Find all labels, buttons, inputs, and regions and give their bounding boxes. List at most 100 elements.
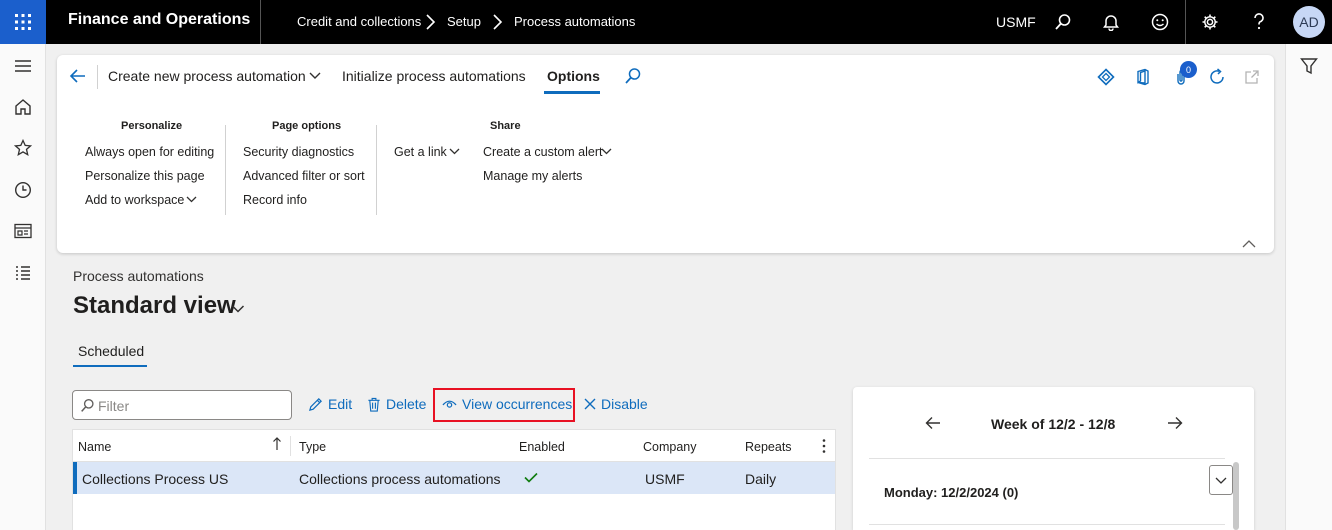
tab-scheduled[interactable]: Scheduled — [78, 343, 144, 359]
column-options-button[interactable] — [821, 438, 827, 459]
column-header-name[interactable]: Name — [78, 440, 111, 454]
divider — [376, 125, 377, 215]
expand-day-button[interactable] — [1209, 465, 1233, 495]
nav-recent[interactable] — [12, 179, 34, 201]
list-icon — [16, 266, 30, 280]
app-launcher-button[interactable] — [0, 0, 46, 44]
help-button[interactable] — [1249, 12, 1269, 32]
disable-button[interactable]: Disable — [584, 396, 648, 412]
breadcrumb-setup[interactable]: Setup — [447, 14, 481, 29]
workspace-icon — [14, 223, 32, 239]
nav-home[interactable] — [12, 96, 34, 118]
arrow-left-icon — [69, 69, 85, 83]
table-row[interactable]: Collections Process US Collections proce… — [73, 462, 835, 494]
advanced-filter-or-sort-button[interactable]: Advanced filter or sort — [243, 169, 365, 183]
initialize-process-automations-button[interactable]: Initialize process automations — [342, 68, 526, 84]
filter-input[interactable] — [98, 396, 283, 416]
action-search-button[interactable] — [624, 67, 642, 90]
calendar-scrollbar[interactable] — [1233, 462, 1239, 530]
expand-nav-button[interactable] — [12, 55, 34, 77]
hamburger-icon — [15, 60, 31, 72]
settings-button[interactable] — [1200, 12, 1220, 32]
search-icon — [81, 399, 94, 412]
column-divider — [290, 436, 291, 456]
occurrences-calendar: Week of 12/2 - 12/8 Monday: 12/2/2024 (0… — [853, 387, 1254, 530]
chevron-up-icon — [1242, 240, 1256, 248]
feedback-button[interactable] — [1150, 12, 1170, 32]
smiley-icon — [1151, 13, 1169, 31]
tab-options[interactable]: Options — [547, 68, 600, 84]
cell-company[interactable]: USMF — [645, 471, 685, 487]
security-diagnostics-button[interactable]: Security diagnostics — [243, 145, 354, 159]
office-icon — [1137, 68, 1149, 86]
home-icon — [15, 99, 31, 115]
chevron-down-icon[interactable] — [231, 304, 245, 314]
column-header-repeats[interactable]: Repeats — [745, 440, 792, 454]
office-button[interactable] — [1133, 67, 1153, 87]
previous-week-button[interactable] — [923, 413, 943, 433]
chevron-down-icon — [601, 148, 612, 155]
always-open-for-editing-button[interactable]: Always open for editing — [85, 145, 214, 159]
view-selector[interactable]: Standard view — [73, 292, 236, 320]
sort-ascending-icon[interactable] — [272, 437, 282, 451]
clock-icon — [14, 181, 32, 199]
avatar[interactable]: AD — [1293, 6, 1325, 38]
column-header-company[interactable]: Company — [643, 440, 697, 454]
pencil-icon — [308, 397, 322, 411]
app-title[interactable]: Finance and Operations — [68, 11, 250, 29]
arrow-left-icon — [925, 417, 940, 429]
manage-my-alerts-button[interactable]: Manage my alerts — [483, 169, 582, 183]
cell-type[interactable]: Collections process automations — [299, 471, 501, 487]
search-button[interactable] — [1053, 12, 1073, 32]
filter-pane-button[interactable] — [1300, 57, 1318, 80]
column-header-enabled[interactable]: Enabled — [519, 440, 565, 454]
get-a-link-button[interactable]: Get a link — [394, 145, 447, 159]
row-selected-indicator — [73, 462, 77, 494]
gear-icon — [1202, 14, 1218, 30]
group-title-personalize: Personalize — [121, 120, 183, 132]
next-week-button[interactable] — [1165, 413, 1185, 433]
back-button[interactable] — [69, 68, 87, 89]
nav-workspaces[interactable] — [12, 220, 34, 242]
left-nav — [0, 44, 46, 530]
active-tab-indicator — [544, 91, 600, 94]
edit-button[interactable]: Edit — [308, 396, 352, 412]
breadcrumb-credit-and-collections[interactable]: Credit and collections — [297, 14, 421, 29]
personalize-this-page-button[interactable]: Personalize this page — [85, 169, 205, 183]
attachment-count-badge: 0 — [1180, 61, 1197, 78]
disable-label: Disable — [601, 396, 648, 412]
cell-repeats[interactable]: Daily — [745, 471, 776, 487]
help-icon — [1254, 13, 1264, 30]
chevron-down-icon — [449, 148, 460, 155]
power-apps-icon — [1097, 68, 1115, 86]
column-header-type[interactable]: Type — [299, 440, 326, 454]
chevron-right-icon — [493, 14, 503, 30]
power-apps-button[interactable] — [1096, 67, 1116, 87]
chevron-down-icon — [186, 196, 197, 203]
breadcrumb-process-automations[interactable]: Process automations — [514, 14, 635, 29]
divider — [1185, 0, 1186, 44]
open-in-new-window-button[interactable] — [1242, 67, 1262, 87]
nav-modules[interactable] — [12, 262, 34, 284]
nav-favorites[interactable] — [12, 137, 34, 159]
right-filter-strip — [1285, 44, 1332, 530]
trash-icon — [368, 397, 380, 412]
record-info-button[interactable]: Record info — [243, 193, 307, 207]
company-picker[interactable]: USMF — [996, 14, 1036, 30]
filter-field[interactable] — [72, 390, 292, 420]
bell-icon — [1103, 15, 1119, 31]
action-pane: Create new process automation Initialize… — [57, 55, 1274, 253]
star-icon — [14, 139, 32, 157]
notifications-button[interactable] — [1101, 12, 1121, 32]
cell-name[interactable]: Collections Process US — [82, 471, 228, 487]
create-new-process-automation-menu[interactable]: Create new process automation — [108, 68, 306, 84]
collapse-action-pane-button[interactable] — [1242, 236, 1256, 254]
chevron-down-icon — [309, 72, 321, 79]
delete-button[interactable]: Delete — [367, 396, 426, 412]
refresh-button[interactable] — [1207, 67, 1227, 87]
search-icon — [1055, 14, 1071, 30]
arrow-right-icon — [1168, 417, 1183, 429]
add-to-workspace-button[interactable]: Add to workspace — [85, 193, 184, 207]
funnel-icon — [1300, 58, 1318, 75]
create-a-custom-alert-button[interactable]: Create a custom alert — [483, 145, 603, 159]
